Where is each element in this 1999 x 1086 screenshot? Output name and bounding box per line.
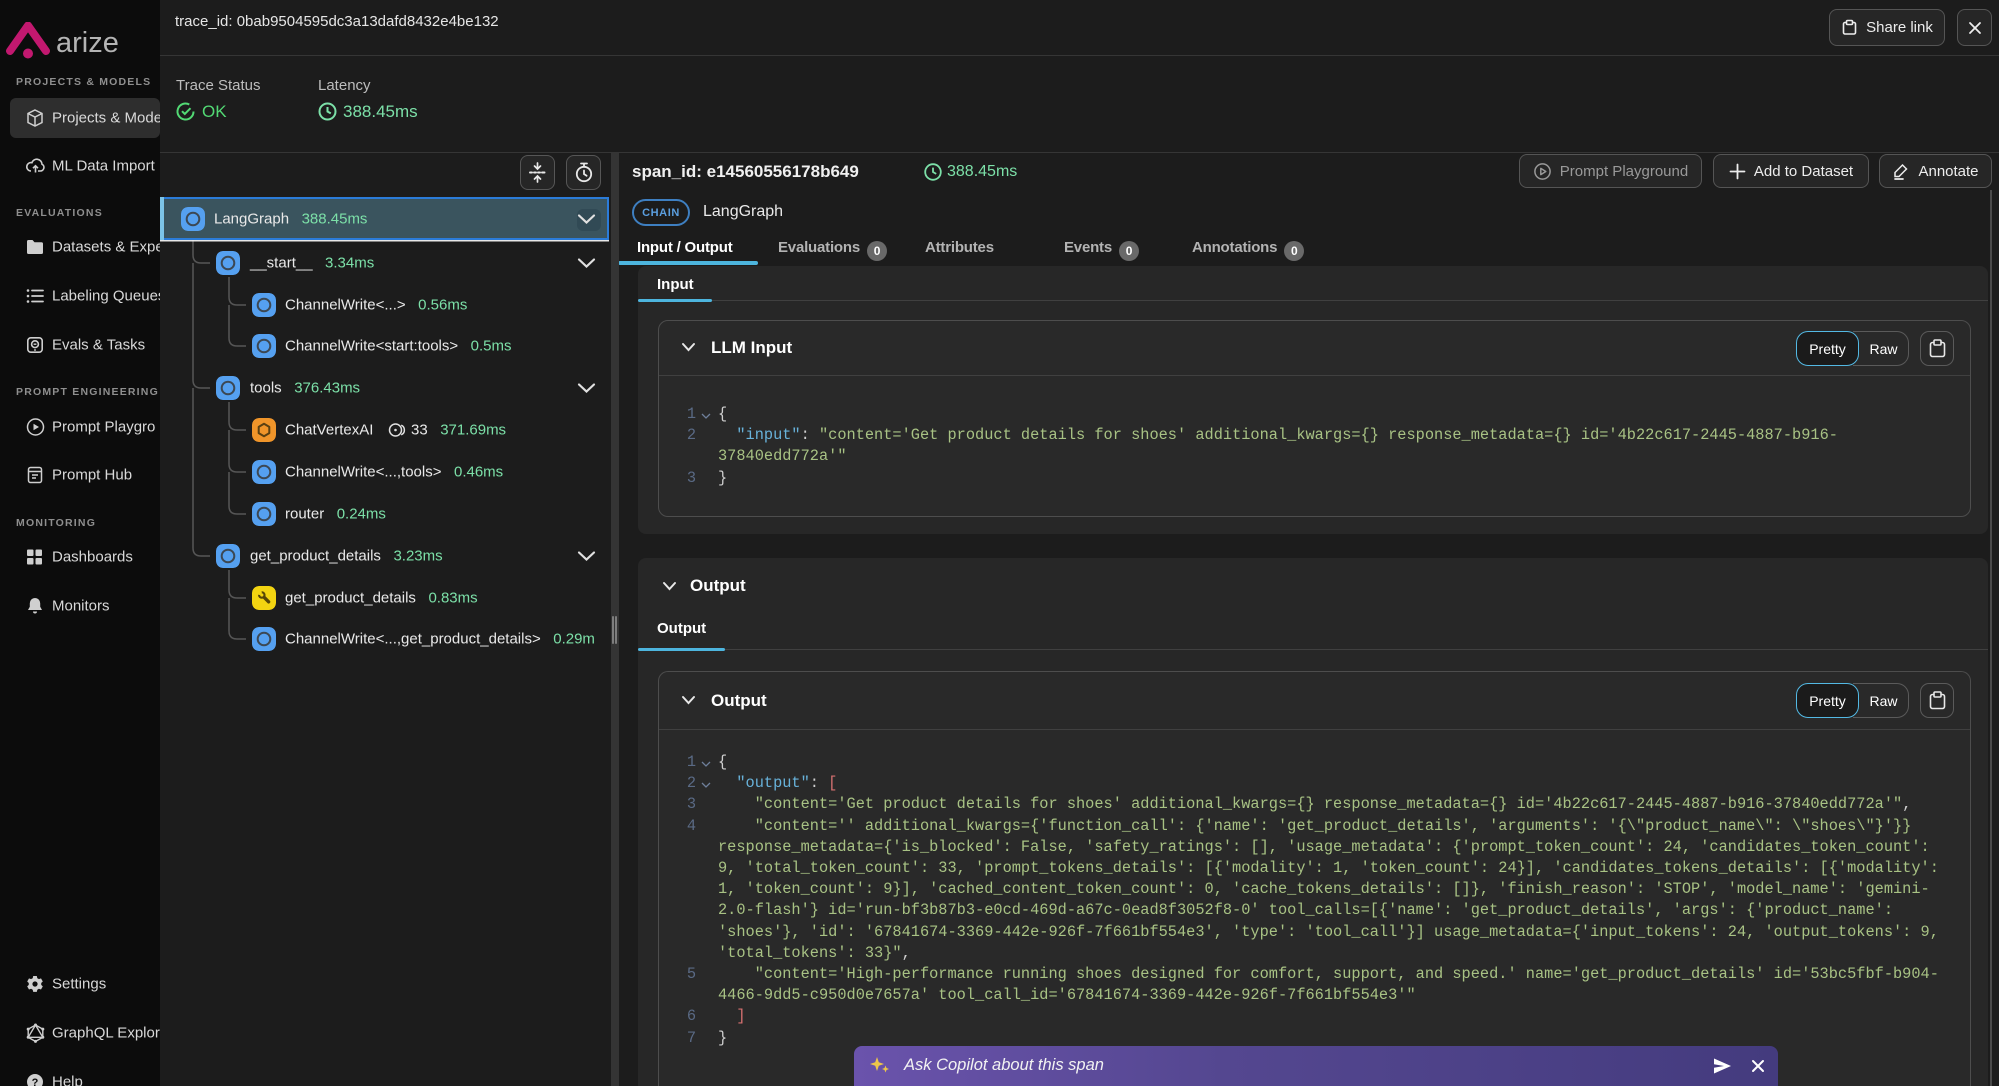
svg-text:arize: arize <box>56 27 119 59</box>
svg-text:?: ? <box>32 1077 39 1086</box>
